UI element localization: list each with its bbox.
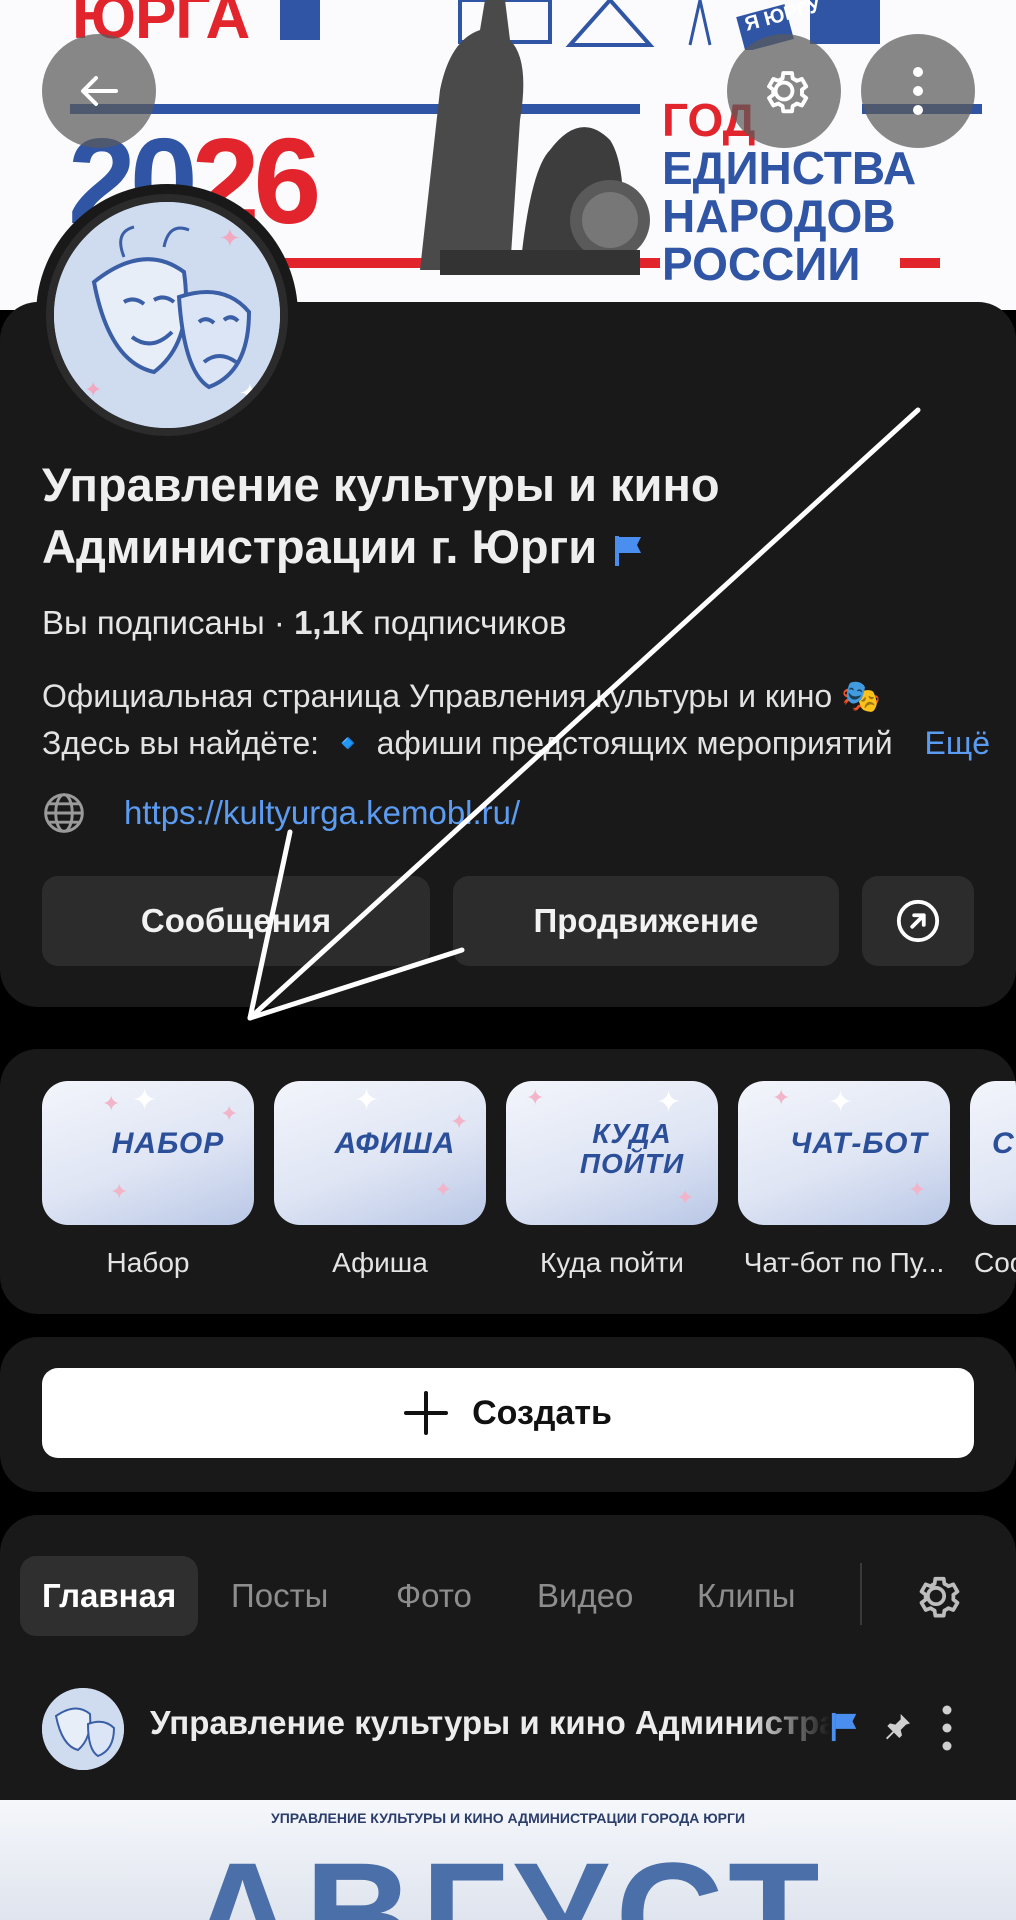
settings-button[interactable] bbox=[727, 34, 841, 148]
post-more-button[interactable] bbox=[940, 1704, 954, 1757]
svg-text:✦: ✦ bbox=[84, 377, 102, 402]
messages-button[interactable]: Сообщения bbox=[42, 876, 430, 966]
svg-text:✦: ✦ bbox=[219, 223, 241, 253]
story-label: Куда пойти bbox=[540, 1247, 684, 1278]
more-options-button[interactable] bbox=[861, 34, 975, 148]
website-row[interactable]: https://kultyurga.kemobl.ru/ bbox=[42, 790, 520, 836]
verified-flag-icon bbox=[615, 535, 642, 566]
subscriber-count: 1,1K bbox=[294, 604, 364, 641]
pin-icon bbox=[886, 1714, 910, 1740]
theater-masks-icon: ✦ ✦ ✦ bbox=[54, 202, 280, 428]
tabs-settings-button[interactable] bbox=[908, 1568, 964, 1629]
community-description[interactable]: Официальная страница Управления культуры… bbox=[42, 673, 990, 767]
show-more-link[interactable]: Ещё bbox=[916, 720, 990, 767]
description-line-2: Здесь вы найдёте: 🔹 афиши предстоящих ме… bbox=[42, 725, 893, 761]
verified-flag-icon bbox=[831, 1712, 857, 1742]
subscribed-status: Вы подписаны bbox=[42, 604, 265, 641]
back-button[interactable] bbox=[42, 34, 156, 148]
story-thumbnail: ✦ ✦ ✦ АФИША bbox=[274, 1081, 486, 1225]
story-item[interactable]: ✦ ✦ ✦ КУДА ПОЙТИ Куда пойти bbox=[506, 1081, 718, 1279]
description-line-1: Официальная страница Управления культуры… bbox=[42, 678, 881, 714]
gear-icon bbox=[919, 1576, 960, 1618]
story-thumbnail: ✦ ✦ ✦ ✦ НАБОР bbox=[42, 1081, 254, 1225]
tab-video[interactable]: Видео bbox=[537, 1556, 633, 1636]
tab-photo[interactable]: Фото bbox=[396, 1556, 472, 1636]
arrow-left-icon bbox=[81, 76, 118, 106]
globe-icon bbox=[44, 793, 84, 833]
community-name: Управление культуры и кино Администрации… bbox=[42, 454, 922, 578]
create-button[interactable]: Создать bbox=[42, 1368, 974, 1458]
story-thumbnail: ✦ ✦ ✦ КУДА ПОЙТИ bbox=[506, 1081, 718, 1225]
story-thumbnail: СО О bbox=[970, 1081, 1016, 1225]
post-author-name[interactable]: Управление культуры и кино Администрации… bbox=[150, 1704, 830, 1742]
vertical-dots-icon bbox=[942, 1705, 952, 1751]
story-item[interactable]: СО О Соо bbox=[970, 1081, 1016, 1279]
theater-masks-icon bbox=[42, 1688, 124, 1770]
story-label: Афиша bbox=[332, 1247, 428, 1278]
story-item[interactable]: ✦ ✦ ✦ АФИША Афиша bbox=[274, 1081, 486, 1279]
post-image[interactable]: УПРАВЛЕНИЕ КУЛЬТУРЫ И КИНО АДМИНИСТРАЦИИ… bbox=[0, 1800, 1016, 1920]
website-link[interactable]: https://kultyurga.kemobl.ru/ bbox=[124, 794, 520, 832]
share-button[interactable] bbox=[862, 876, 974, 966]
tab-clips[interactable]: Клипы bbox=[697, 1556, 796, 1636]
post-author-avatar[interactable] bbox=[42, 1688, 124, 1770]
share-arrow-icon bbox=[896, 899, 940, 943]
story-label: Набор bbox=[106, 1247, 190, 1278]
story-thumbnail: ✦ ✦ ✦ ЧАТ-БОТ bbox=[738, 1081, 950, 1225]
story-item[interactable]: ✦ ✦ ✦ ЧАТ-БОТ Чат-бот по Пу... bbox=[738, 1081, 950, 1279]
story-label: Чат-бот по Пу... bbox=[743, 1247, 945, 1278]
tab-posts[interactable]: Посты bbox=[231, 1556, 328, 1636]
subscription-info[interactable]: Вы подписаны · 1,1K подписчиков bbox=[42, 604, 566, 642]
tabs-divider bbox=[860, 1563, 862, 1625]
vertical-dots-icon bbox=[913, 67, 923, 115]
plus-icon bbox=[404, 1391, 449, 1435]
post-image-caption: УПРАВЛЕНИЕ КУЛЬТУРЫ И КИНО АДМИНИСТРАЦИИ… bbox=[270, 1810, 746, 1826]
avatar[interactable]: ✦ ✦ ✦ bbox=[46, 194, 288, 436]
story-label: Соо bbox=[974, 1247, 1016, 1278]
tab-main[interactable]: Главная bbox=[20, 1556, 199, 1636]
post-image-title: АВГУСТ bbox=[188, 1831, 828, 1920]
stories-carousel[interactable]: ✦ ✦ ✦ ✦ НАБОР Набор ✦ ✦ ✦ АФИША Афиша ✦ ✦ ✦ КУД… bbox=[0, 1049, 1016, 1314]
promotion-button[interactable]: Продвижение bbox=[453, 876, 839, 966]
gear-icon bbox=[767, 71, 809, 114]
story-item[interactable]: ✦ ✦ ✦ ✦ НАБОР Набор bbox=[42, 1081, 254, 1279]
monument-illustration bbox=[420, 0, 650, 275]
create-label: Создать bbox=[472, 1393, 612, 1432]
